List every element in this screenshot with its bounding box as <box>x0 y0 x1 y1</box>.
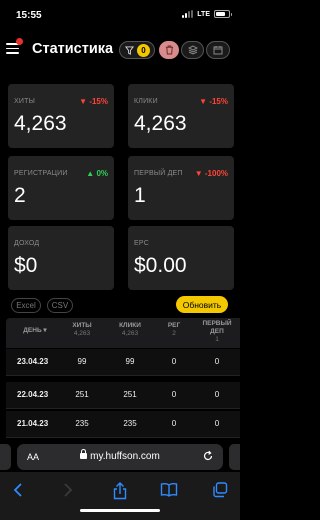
card-label: РЕГИСТРАЦИИ <box>14 170 68 177</box>
menu-icon[interactable] <box>6 38 23 54</box>
column-header-reg[interactable]: РЕГ 2 <box>162 322 186 338</box>
card-value: $0.00 <box>134 254 187 277</box>
cell-hits: 251 <box>75 390 89 399</box>
cell-first-deposit: 0 <box>214 419 220 428</box>
table-row[interactable]: 22.04.23 251 251 0 0 <box>6 382 240 409</box>
filter-button[interactable]: 0 <box>119 41 155 59</box>
signal-icon <box>182 10 194 18</box>
status-time: 15:55 <box>16 10 42 21</box>
date-range-button[interactable] <box>206 41 230 59</box>
delete-button[interactable] <box>159 41 179 59</box>
card-value: 4,263 <box>14 112 67 135</box>
lock-icon <box>80 449 88 459</box>
card-change: ▼ -15% <box>199 97 228 106</box>
cell-day: 23.04.23 <box>17 357 49 366</box>
cell-first-deposit: 0 <box>214 390 220 399</box>
cell-first-deposit: 0 <box>214 357 220 366</box>
card-label: КЛИКИ <box>134 98 158 105</box>
card-label: ХИТЫ <box>14 98 35 105</box>
filter-count-badge: 0 <box>137 43 150 57</box>
network-type: LTE <box>197 10 210 18</box>
tabs-icon[interactable] <box>212 482 228 498</box>
cell-reg: 0 <box>171 390 177 399</box>
card-label: EPC <box>134 240 149 247</box>
card-registrations: РЕГИСТРАЦИИ ▲ 0% 2 <box>8 156 114 220</box>
table-row[interactable]: 23.04.23 99 99 0 0 <box>6 349 240 376</box>
column-header-clicks[interactable]: КЛИКИ 4,263 <box>114 322 146 338</box>
card-epc: EPC $0.00 <box>128 226 234 290</box>
app-header: Статистика 0 <box>0 34 240 66</box>
column-header-hits[interactable]: ХИТЫ 4,263 <box>66 322 98 338</box>
card-hits: ХИТЫ ▼ -15% 4,263 <box>8 84 114 148</box>
cell-reg: 0 <box>171 357 177 366</box>
card-label: ДОХОД <box>14 240 40 247</box>
group-button[interactable] <box>181 41 204 59</box>
cell-clicks: 251 <box>123 390 137 399</box>
reload-icon[interactable] <box>202 450 214 462</box>
forward-icon[interactable] <box>62 482 74 498</box>
home-indicator <box>80 509 160 512</box>
card-change: ▲ 0% <box>86 169 108 178</box>
card-value: 2 <box>14 184 26 207</box>
card-value: 4,263 <box>134 112 187 135</box>
trash-icon <box>165 45 173 55</box>
address-bar[interactable]: AA my.huffson.com <box>17 444 223 470</box>
card-value: $0 <box>14 254 38 277</box>
card-change: ▼ -15% <box>79 97 108 106</box>
table-row[interactable]: 21.04.23 235 235 0 0 <box>6 411 240 438</box>
status-indicators: LTE <box>182 10 232 18</box>
next-tab-peek[interactable] <box>229 444 240 470</box>
card-value: 1 <box>134 184 146 207</box>
cell-day: 22.04.23 <box>17 390 49 399</box>
cell-clicks: 99 <box>125 357 135 366</box>
notification-dot <box>16 38 23 45</box>
card-label: ПЕРВЫЙ ДЕП <box>134 170 183 177</box>
cell-clicks: 235 <box>123 419 137 428</box>
update-button[interactable]: Обновить <box>176 296 228 313</box>
export-excel-button[interactable]: Excel <box>11 298 41 313</box>
cell-hits: 235 <box>75 419 89 428</box>
status-bar: 15:55 LTE <box>0 0 240 30</box>
filter-icon <box>125 45 134 55</box>
cell-day: 21.04.23 <box>17 419 49 428</box>
previous-tab-peek[interactable] <box>0 444 11 470</box>
cell-hits: 99 <box>77 357 87 366</box>
table-header: ДЕНЬ ▾ ХИТЫ 4,263 КЛИКИ 4,263 РЕГ 2 ПЕРВЫЙ … <box>6 318 240 348</box>
battery-icon <box>214 10 232 18</box>
calendar-icon <box>213 46 223 55</box>
card-first-deposit: ПЕРВЫЙ ДЕП ▼ -100% 1 <box>128 156 234 220</box>
card-clicks: КЛИКИ ▼ -15% 4,263 <box>128 84 234 148</box>
cell-reg: 0 <box>171 419 177 428</box>
url-display[interactable]: my.huffson.com <box>17 449 223 462</box>
bookmarks-icon[interactable] <box>160 482 178 498</box>
browser-toolbar <box>0 472 240 520</box>
back-icon[interactable] <box>12 482 24 498</box>
column-header-first-deposit[interactable]: ПЕРВЫЙ ДЕП 1 <box>200 320 234 344</box>
page-title: Статистика <box>32 41 114 57</box>
url-text: my.huffson.com <box>90 451 160 462</box>
export-csv-button[interactable]: CSV <box>47 298 73 313</box>
share-icon[interactable] <box>112 482 128 500</box>
card-revenue: ДОХОД $0 <box>8 226 114 290</box>
card-change: ▼ -100% <box>194 169 228 178</box>
layers-icon <box>187 45 198 55</box>
column-header-day[interactable]: ДЕНЬ ▾ <box>18 327 52 335</box>
